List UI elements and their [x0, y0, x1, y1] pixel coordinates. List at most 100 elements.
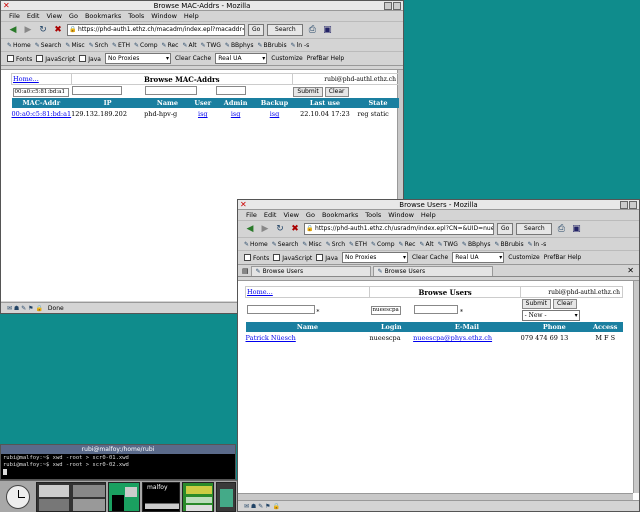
scrollbar[interactable]	[633, 281, 639, 493]
menu-view[interactable]: View	[46, 12, 61, 20]
bookmark-rec[interactable]: Rec	[162, 42, 179, 49]
stop-icon[interactable]: ✖	[289, 223, 301, 235]
back-icon[interactable]: ◀	[7, 24, 19, 36]
menu-tools[interactable]: Tools	[365, 211, 381, 219]
useragent-select[interactable]: Real UA	[452, 252, 505, 263]
bookmark-lns[interactable]: ln -s	[528, 241, 547, 248]
menu-go[interactable]: Go	[306, 211, 315, 219]
maximize-icon[interactable]	[629, 201, 637, 209]
terminal-titlebar[interactable]: rubi@malfoy:/home/rubi	[1, 445, 235, 454]
menu-help[interactable]: Help	[421, 211, 436, 219]
email-search-input[interactable]	[414, 304, 459, 314]
new-select[interactable]: - New -	[521, 310, 580, 321]
back-icon[interactable]: ◀	[244, 223, 256, 235]
tab-browse-users-2[interactable]: Browse Users	[372, 265, 493, 276]
search-button[interactable]: Search	[267, 24, 304, 36]
user-name-link[interactable]: Patrick Nüesch	[246, 334, 296, 342]
menu-bookmarks[interactable]: Bookmarks	[85, 12, 121, 20]
desktop-pager[interactable]	[36, 482, 106, 512]
maximize-icon[interactable]	[393, 2, 401, 10]
close-icon[interactable]: ✕	[3, 1, 10, 11]
javascript-checkbox[interactable]: JavaScript	[36, 55, 75, 63]
url-field[interactable]: https://phd-auth1.ethz.ch/usradm/index.e…	[304, 223, 494, 235]
minimize-icon[interactable]	[620, 201, 628, 209]
bookmark-twg[interactable]: TWG	[201, 42, 221, 49]
clear-button[interactable]: Clear	[324, 86, 349, 97]
bookmark-eth[interactable]: ETH	[349, 241, 367, 248]
customize-button[interactable]: Customize	[271, 55, 303, 62]
stop-icon[interactable]: ✖	[52, 24, 64, 36]
bookmark-bbphys[interactable]: BBphys	[462, 241, 491, 248]
bookmark-twg[interactable]: TWG	[438, 241, 458, 248]
menu-file[interactable]: File	[246, 211, 257, 219]
close-tab-icon[interactable]: ✕	[627, 266, 634, 275]
backup-link[interactable]: isg	[270, 110, 280, 118]
bookmark-eth[interactable]: ETH	[112, 42, 130, 49]
close-icon[interactable]: ✕	[240, 200, 247, 210]
titlebar[interactable]: ✕ Browse Users - Mozilla	[238, 200, 639, 210]
bookmark-bbrubis[interactable]: BBrubis	[257, 42, 287, 49]
prefbar-help-button[interactable]: PrefBar Help	[307, 55, 345, 62]
javascript-checkbox[interactable]: JavaScript	[273, 254, 312, 262]
menu-window[interactable]: Window	[388, 211, 414, 219]
bookmark-srch[interactable]: Srch	[89, 42, 108, 49]
terminal-output[interactable]: rubi@malfoy:~$ xwd -root > scr0-01.xwd r…	[1, 454, 235, 476]
go-button[interactable]: Go	[248, 24, 265, 36]
menu-help[interactable]: Help	[184, 12, 199, 20]
name-search-input[interactable]	[246, 304, 315, 314]
ip-search-input[interactable]	[72, 86, 123, 95]
desktop-thumbnail[interactable]	[108, 482, 140, 512]
fonts-checkbox[interactable]: Fonts	[244, 254, 269, 262]
tab-browse-users-1[interactable]: Browse Users	[250, 265, 371, 276]
useragent-select[interactable]: Real UA	[215, 53, 268, 64]
menu-tools[interactable]: Tools	[128, 12, 144, 20]
java-checkbox[interactable]: Java	[316, 254, 338, 262]
proxy-select[interactable]: No Proxies	[341, 252, 408, 263]
bookmark-alt[interactable]: Alt	[419, 241, 434, 248]
tab-list-icon[interactable]: ▤	[242, 267, 249, 275]
bookmark-alt[interactable]: Alt	[182, 42, 197, 49]
bookmark-search[interactable]: Search	[272, 241, 299, 248]
user-link[interactable]: isg	[198, 110, 208, 118]
forward-icon[interactable]: ▶	[259, 223, 271, 235]
java-checkbox[interactable]: Java	[79, 55, 101, 63]
submit-button[interactable]: Submit	[521, 299, 551, 309]
mac-link[interactable]: 00:a0:c5:81:bd:a1	[12, 110, 72, 118]
bookmark-home[interactable]: Home	[244, 241, 268, 248]
menu-bookmarks[interactable]: Bookmarks	[322, 211, 358, 219]
mac-search-input[interactable]: 00:a0:c5:81:bd:a1	[12, 87, 69, 97]
menu-go[interactable]: Go	[69, 12, 78, 20]
go-button[interactable]: Go	[497, 223, 514, 235]
search-button[interactable]: Search	[516, 223, 553, 235]
login-search-input[interactable]: nueescpa	[370, 306, 401, 315]
home-link[interactable]: Home...	[247, 288, 273, 296]
titlebar[interactable]: ✕ Browse MAC-Addrs - Mozilla	[1, 1, 403, 11]
bookmark-search[interactable]: Search	[35, 42, 62, 49]
terminal-window[interactable]: rubi@malfoy:/home/rubi rubi@malfoy:~$ xw…	[0, 444, 236, 480]
clear-cache-button[interactable]: Clear Cache	[412, 254, 448, 261]
print-icon[interactable]: ⎙	[555, 223, 567, 235]
customize-button[interactable]: Customize	[508, 254, 540, 261]
bookmark-home[interactable]: Home	[7, 42, 31, 49]
prefbar-help-button[interactable]: PrefBar Help	[544, 254, 582, 261]
app-icon[interactable]	[216, 482, 236, 512]
minimize-icon[interactable]	[384, 2, 392, 10]
bookmark-srch[interactable]: Srch	[326, 241, 345, 248]
user-search-input[interactable]	[215, 86, 246, 95]
admin-link[interactable]: isg	[231, 110, 241, 118]
bookmark-comp[interactable]: Comp	[371, 241, 395, 248]
clear-button[interactable]: Clear	[553, 299, 577, 309]
bookmark-misc[interactable]: Misc	[65, 42, 84, 49]
name-search-input[interactable]	[145, 86, 198, 95]
bookmark-misc[interactable]: Misc	[302, 241, 321, 248]
clear-cache-button[interactable]: Clear Cache	[175, 55, 211, 62]
url-field[interactable]: https://phd-auth1.ethz.ch/macadm/index.e…	[67, 24, 245, 36]
clock-icon[interactable]	[6, 485, 30, 509]
reload-icon[interactable]: ↻	[37, 24, 49, 36]
menu-file[interactable]: File	[9, 12, 20, 20]
print-icon[interactable]: ⎙	[306, 24, 318, 36]
menu-edit[interactable]: Edit	[27, 12, 40, 20]
bookmark-bbphys[interactable]: BBphys	[225, 42, 254, 49]
menu-edit[interactable]: Edit	[264, 211, 277, 219]
submit-button[interactable]: Submit	[293, 86, 323, 97]
